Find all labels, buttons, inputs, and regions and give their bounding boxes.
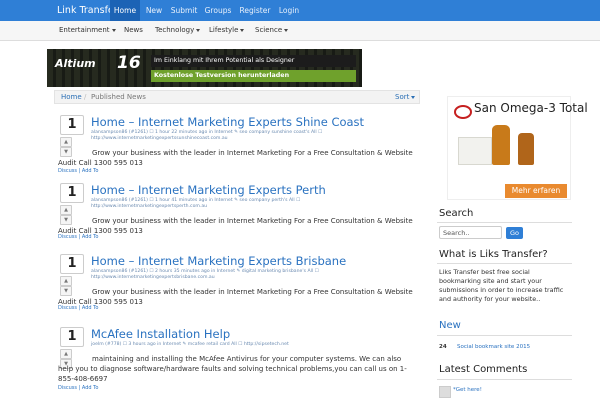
side-ad[interactable]: San Omega-3 Total Mehr erfaren (447, 96, 588, 200)
story-footer: Discuss | Add To (58, 168, 99, 174)
category-technology[interactable]: Technology (155, 21, 201, 40)
side-ad-button[interactable]: Mehr erfaren (505, 184, 567, 198)
story-meta: joelm (#778) ☐ 3 hours ago in Internet ✎… (91, 342, 289, 347)
about-heading: What is Liks Transfer? (439, 249, 548, 260)
story-title[interactable]: Home – Internet Marketing Experts Perth (91, 183, 326, 197)
category-news[interactable]: News (124, 21, 143, 40)
nav-new[interactable]: New (141, 0, 167, 21)
story-meta: alansampson86 (#1261) ☐ 1 hour 22 minute… (91, 130, 323, 141)
comments-heading: Latest Comments (439, 364, 528, 375)
vote-widget: 1 ▲▼ (60, 115, 84, 157)
thumbs-up-icon[interactable]: ▲ (60, 276, 72, 286)
nav-submit[interactable]: Submit (167, 0, 201, 21)
nav-groups[interactable]: Groups (201, 0, 235, 21)
category-lifestyle[interactable]: Lifestyle (209, 21, 245, 40)
story-description: maintaining and installing the McAfee An… (58, 355, 407, 383)
about-text: Liks Transfer best free social bookmarki… (439, 268, 564, 303)
chevron-down-icon (240, 28, 245, 32)
brand-logo (454, 105, 472, 119)
breadcrumb-separator: / (84, 93, 87, 101)
new-list-item[interactable]: 24 Social bookmark site 2015 (439, 342, 569, 352)
search-heading: Search (439, 208, 474, 219)
chevron-down-icon (284, 28, 289, 32)
vote-count: 1 (60, 327, 84, 347)
discuss-link[interactable]: Discuss (58, 234, 77, 240)
story-item: 1 ▲▼ Home – Internet Marketing Experts P… (54, 183, 420, 241)
product-bottle-image (492, 125, 510, 165)
story-description: Grow your business with the leader in In… (58, 288, 413, 306)
vote-count: 1 (60, 115, 84, 135)
search-go-button[interactable]: Go (506, 227, 523, 239)
altium-version: 16 (117, 53, 141, 73)
new-item-count: 24 (439, 344, 447, 350)
new-item-link[interactable]: Social bookmark site 2015 (457, 344, 530, 350)
story-item: 1 ▲▼ McAfee Installation Help joelm (#77… (54, 327, 420, 400)
site-brand[interactable]: Link Transfer (57, 0, 118, 21)
story-meta: alansampson86 (#1261) ☐ 1 hour 41 minute… (91, 198, 301, 209)
breadcrumb: Home / Published News Sort (54, 90, 420, 104)
nav-home[interactable]: Home (110, 0, 140, 21)
thumbs-up-icon[interactable]: ▲ (60, 137, 72, 147)
story-footer: Discuss | Add To (58, 305, 99, 311)
story-item: 1 ▲▼ Home – Internet Marketing Experts S… (54, 115, 420, 174)
category-navbar: Entertainment News Technology Lifestyle … (0, 21, 600, 41)
story-footer: Discuss | Add To (58, 234, 99, 240)
vote-widget: 1 ▲▼ (60, 183, 84, 225)
discuss-link[interactable]: Discuss (58, 305, 77, 311)
new-heading[interactable]: New (439, 320, 461, 331)
divider (437, 335, 572, 336)
nav-register[interactable]: Register (235, 0, 275, 21)
nav-login[interactable]: Login (275, 0, 303, 21)
banner-cta-button[interactable]: Kostenlose Testversion herunterladen (151, 70, 356, 82)
story-title[interactable]: Home – Internet Marketing Experts Shine … (91, 115, 364, 129)
vote-count: 1 (60, 254, 84, 274)
top-navbar: Link Transfer Home New Submit Groups Reg… (0, 0, 600, 21)
add-to-link[interactable]: Add To (82, 385, 99, 391)
add-to-link[interactable]: Add To (82, 168, 99, 174)
vote-widget: 1 ▲▼ (60, 254, 84, 296)
add-to-link[interactable]: Add To (82, 234, 99, 240)
comment-link[interactable]: *Get here! (453, 387, 482, 393)
product-bottle-image (518, 133, 534, 165)
chevron-down-icon (196, 28, 201, 32)
banner-ad[interactable]: Altium 16 Im Einklang mit Ihrem Potentia… (47, 49, 362, 87)
breadcrumb-home[interactable]: Home (61, 91, 82, 104)
altium-logo: Altium (55, 57, 96, 70)
discuss-link[interactable]: Discuss (58, 385, 77, 391)
add-to-link[interactable]: Add To (82, 305, 99, 311)
story-description: Grow your business with the leader in In… (58, 149, 413, 167)
story-item: 1 ▲▼ Home – Internet Marketing Experts B… (54, 254, 420, 312)
story-title[interactable]: McAfee Installation Help (91, 327, 230, 341)
vote-count: 1 (60, 183, 84, 203)
search-input[interactable]: Search.. (439, 226, 502, 239)
divider (437, 222, 572, 223)
story-footer: Discuss | Add To (58, 385, 99, 391)
thumbs-up-icon[interactable]: ▲ (60, 205, 72, 215)
banner-tagline: Im Einklang mit Ihrem Potential als Desi… (151, 55, 356, 67)
divider (437, 379, 572, 380)
chevron-down-icon (411, 95, 416, 99)
avatar (439, 386, 451, 398)
divider (437, 263, 572, 264)
category-science[interactable]: Science (255, 21, 289, 40)
chevron-down-icon (111, 28, 116, 32)
category-entertainment[interactable]: Entertainment (59, 21, 116, 40)
story-description: Grow your business with the leader in In… (58, 217, 413, 235)
side-ad-headline: San Omega-3 Total (474, 101, 588, 115)
discuss-link[interactable]: Discuss (58, 168, 77, 174)
breadcrumb-current: Published News (91, 93, 146, 101)
product-box-image (458, 137, 492, 165)
story-title[interactable]: Home – Internet Marketing Experts Brisba… (91, 254, 346, 268)
sort-dropdown[interactable]: Sort (395, 91, 416, 104)
story-meta: alansampson86 (#1261) ☐ 2 hours 35 minut… (91, 269, 319, 280)
